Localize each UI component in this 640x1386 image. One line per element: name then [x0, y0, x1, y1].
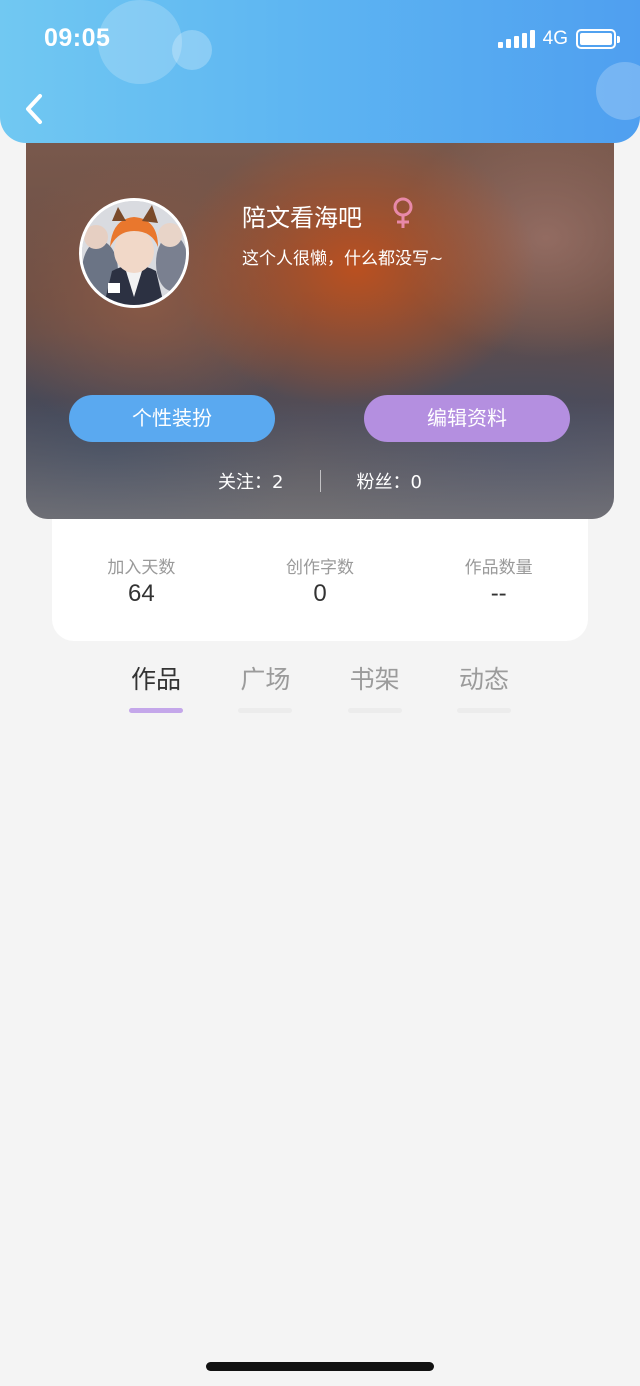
stat-works-count: 作品数量 --: [409, 519, 588, 641]
tab-bookshelf[interactable]: 书架: [321, 660, 429, 720]
home-indicator[interactable]: [206, 1362, 434, 1371]
user-name: 陪文看海吧: [242, 204, 362, 232]
tab-works[interactable]: 作品: [102, 660, 210, 720]
follow-stats: 关注：2 粉丝：0: [26, 468, 614, 494]
tab-label: 广场: [240, 665, 291, 694]
tab-indicator: [129, 708, 183, 713]
female-gender-icon: [393, 197, 413, 228]
stat-value: 0: [313, 580, 327, 607]
tab-indicator: [347, 708, 402, 713]
status-time: 09:05: [44, 24, 111, 52]
chevron-left-icon: [26, 94, 42, 124]
decor-bubble: [98, 0, 182, 84]
avatar[interactable]: [79, 198, 189, 308]
stat-value: --: [490, 580, 507, 607]
battery-icon: [576, 29, 620, 49]
user-bio: 这个人很懒，什么都没写~: [242, 249, 444, 269]
decor-bubble: [596, 62, 640, 120]
status-indicators: 4G: [497, 28, 620, 50]
signal-icon: [497, 30, 535, 48]
tab-label: 动态: [458, 665, 509, 694]
header-bar: 09:05 4G: [0, 0, 640, 143]
stat-label: 创作字数: [286, 558, 354, 578]
tab-indicator: [456, 708, 511, 713]
tab-indicator: [238, 708, 293, 713]
stat-word-count: 创作字数 0: [231, 519, 410, 641]
back-button[interactable]: [20, 90, 50, 128]
decor-bubble: [172, 30, 212, 70]
stat-join-days: 加入天数 64: [52, 519, 231, 641]
stat-label: 作品数量: [464, 558, 533, 578]
avatar-image: [82, 201, 186, 305]
tab-square[interactable]: 广场: [211, 660, 319, 720]
profile-screen: 09:05 4G 陪文看海吧 这个人很懒，什么都没写~ 个性装扮 编辑资料 关注…: [0, 0, 640, 1386]
edit-profile-button[interactable]: 编辑资料: [364, 395, 570, 442]
following-count[interactable]: 关注：2: [182, 468, 319, 494]
stat-label: 加入天数: [107, 558, 176, 578]
profile-card: 陪文看海吧 这个人很懒，什么都没写~ 个性装扮 编辑资料 关注：2 粉丝：0: [26, 118, 614, 519]
stat-value: 64: [127, 580, 155, 607]
tab-label: 书架: [349, 665, 400, 694]
tab-label: 作品: [130, 665, 181, 694]
fans-count[interactable]: 粉丝：0: [321, 468, 458, 494]
stats-card: 加入天数 64 创作字数 0 作品数量 --: [52, 519, 588, 641]
personal-style-button[interactable]: 个性装扮: [69, 395, 275, 442]
tab-activity[interactable]: 动态: [430, 660, 538, 720]
network-type: 4G: [542, 28, 568, 49]
content-tabs: 作品 广场 书架 动态: [102, 660, 538, 720]
